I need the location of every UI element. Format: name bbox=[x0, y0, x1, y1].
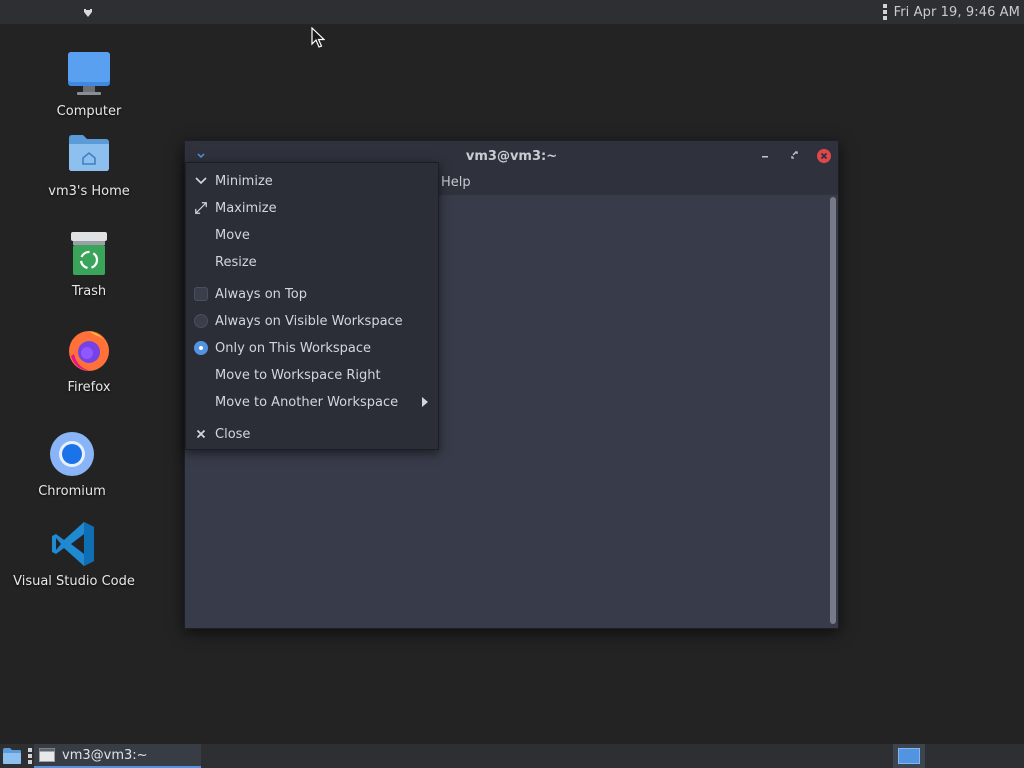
desktop-icon-vscode[interactable]: Visual Studio Code bbox=[9, 520, 139, 589]
desktop-icon-firefox[interactable]: Firefox bbox=[24, 326, 154, 395]
menu-item-only-on-this-workspace[interactable]: Only on This Workspace bbox=[186, 335, 438, 361]
menu-help[interactable]: Help bbox=[441, 175, 471, 190]
firefox-icon bbox=[69, 331, 109, 371]
checkbox[interactable] bbox=[194, 287, 208, 301]
scrollbar[interactable] bbox=[830, 197, 836, 624]
menu-item-always-on-top[interactable]: Always on Top bbox=[186, 281, 438, 307]
trash-icon bbox=[71, 232, 107, 275]
mouse-cursor-icon bbox=[311, 27, 325, 48]
minimize-icon[interactable] bbox=[757, 148, 773, 164]
top-panel: Fri Apr 19, 9:46 AM bbox=[0, 0, 1024, 24]
desktop-icon-chromium[interactable]: Chromium bbox=[7, 430, 137, 499]
menu-item-minimize[interactable]: Minimize bbox=[186, 168, 438, 194]
workspace-switcher[interactable] bbox=[893, 744, 925, 768]
desktop-icon-label: Visual Studio Code bbox=[13, 574, 135, 589]
desktop-icon-label: Trash bbox=[71, 284, 107, 299]
clock-area[interactable]: Fri Apr 19, 9:46 AM bbox=[882, 3, 1020, 21]
menu-item-label: Move to Another Workspace bbox=[215, 394, 399, 410]
panel-handle-icon bbox=[882, 4, 887, 20]
maximize-icon[interactable] bbox=[787, 148, 803, 164]
home-folder-icon bbox=[69, 135, 109, 171]
menu-item-label: Always on Top bbox=[215, 286, 307, 302]
desktop-icon-label: vm3's Home bbox=[48, 184, 130, 199]
menu-item-label: Move to Workspace Right bbox=[215, 367, 381, 383]
workspace-1[interactable] bbox=[898, 748, 920, 764]
applications-menu-icon[interactable] bbox=[81, 6, 95, 20]
menu-item-maximize[interactable]: Maximize bbox=[186, 195, 438, 221]
bottom-panel: vm3@vm3:~ bbox=[0, 744, 1024, 768]
desktop-icon-label: Firefox bbox=[67, 380, 111, 395]
menu-item-resize[interactable]: Resize bbox=[186, 249, 438, 275]
clock[interactable]: Fri Apr 19, 9:46 AM bbox=[894, 5, 1020, 20]
menu-item-move-to-another-workspace[interactable]: Move to Another Workspace bbox=[186, 389, 438, 415]
menu-item-move[interactable]: Move bbox=[186, 222, 438, 248]
panel-handle-icon bbox=[28, 748, 32, 764]
chromium-icon bbox=[50, 432, 94, 476]
desktop-icon-computer[interactable]: Computer bbox=[24, 50, 154, 119]
menu-item-label: Only on This Workspace bbox=[215, 340, 371, 356]
menu-item-move-to-workspace-right[interactable]: Move to Workspace Right bbox=[186, 362, 438, 388]
menu-item-label: Move bbox=[215, 227, 250, 243]
menu-item-label: Always on Visible Workspace bbox=[215, 313, 403, 329]
radio-button-selected[interactable] bbox=[194, 341, 208, 355]
scrollbar-thumb[interactable] bbox=[830, 197, 836, 624]
window-context-menu: Minimize Maximize Move Resize Always on … bbox=[185, 162, 439, 450]
close-icon[interactable] bbox=[816, 148, 832, 164]
menu-item-label: Close bbox=[215, 426, 251, 442]
maximize-arrows-icon bbox=[195, 202, 207, 214]
menu-item-always-on-visible-workspace[interactable]: Always on Visible Workspace bbox=[186, 308, 438, 334]
menu-item-label: Minimize bbox=[215, 173, 273, 189]
desktop-icon-label: Computer bbox=[56, 104, 122, 119]
submenu-arrow-icon bbox=[422, 397, 428, 407]
radio-button[interactable] bbox=[194, 314, 208, 328]
taskbar-button-label: vm3@vm3:~ bbox=[62, 747, 148, 763]
menu-item-label: Resize bbox=[215, 254, 257, 270]
desktop-icon-home[interactable]: vm3's Home bbox=[24, 130, 154, 199]
computer-icon bbox=[68, 52, 110, 95]
chevron-down-icon bbox=[195, 177, 207, 185]
taskbar-button-terminal[interactable]: vm3@vm3:~ bbox=[34, 744, 201, 768]
terminal-window-icon bbox=[39, 748, 55, 762]
desktop-icon-label: Chromium bbox=[38, 484, 106, 499]
menu-item-label: Maximize bbox=[215, 200, 277, 216]
desktop-icon-trash[interactable]: Trash bbox=[24, 230, 154, 299]
vscode-icon bbox=[52, 522, 94, 566]
menu-item-close[interactable]: Close bbox=[186, 421, 438, 447]
show-desktop-icon[interactable] bbox=[2, 747, 22, 765]
close-x-icon bbox=[196, 429, 206, 439]
